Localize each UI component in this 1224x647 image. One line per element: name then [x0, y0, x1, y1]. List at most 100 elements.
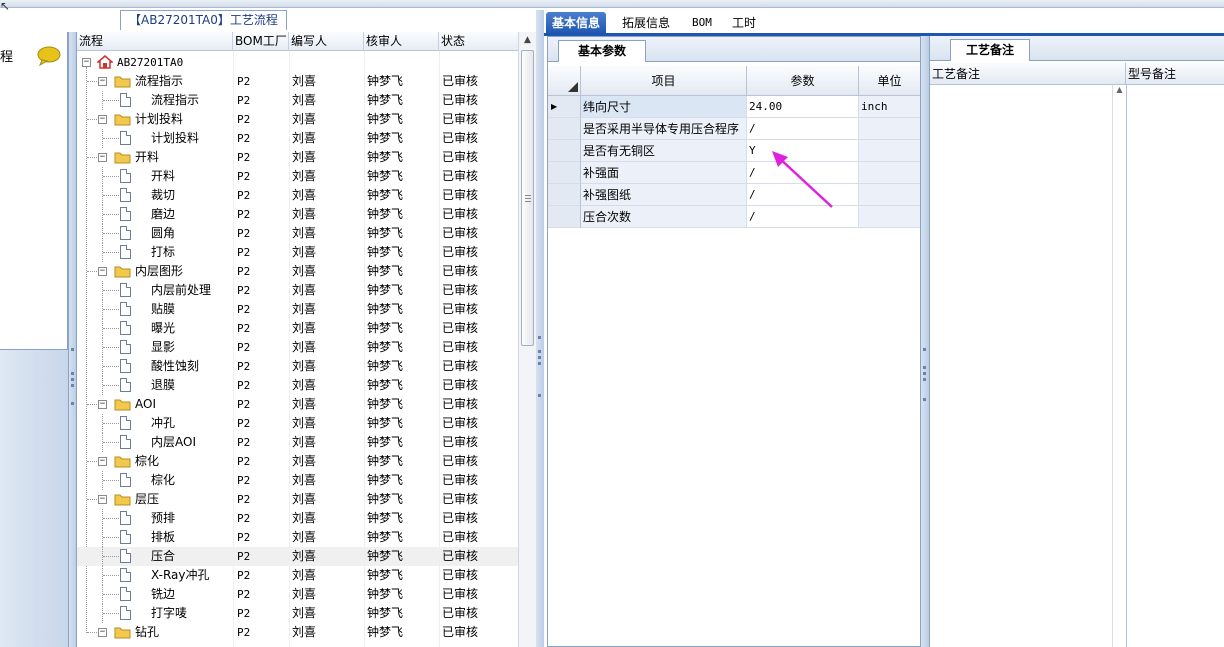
tree-row[interactable]: 开料 P2 刘喜 钟梦飞 已审核 — [77, 167, 519, 186]
col-header-value[interactable]: 参数 — [747, 66, 859, 96]
collapse-icon[interactable]: − — [98, 115, 107, 124]
tree-row[interactable]: 退膜 P2 刘喜 钟梦飞 已审核 — [77, 376, 519, 395]
collapse-icon[interactable]: − — [82, 58, 91, 67]
left-nav-label[interactable]: 程 — [0, 46, 13, 65]
param-unit[interactable] — [859, 206, 920, 228]
cell-bom: P2 — [237, 246, 251, 259]
tree-row[interactable]: 内层前处理 P2 刘喜 钟梦飞 已审核 — [77, 281, 519, 300]
tree-row[interactable]: − 开料 P2 刘喜 钟梦飞 已审核 — [77, 148, 519, 167]
cell-bom: P2 — [237, 94, 251, 107]
tree-row[interactable]: 曝光 P2 刘喜 钟梦飞 已审核 — [77, 319, 519, 338]
tree-row[interactable]: 预排 P2 刘喜 钟梦飞 已审核 — [77, 509, 519, 528]
tree-row[interactable]: − 钻孔 P2 刘喜 钟梦飞 已审核 — [77, 623, 519, 642]
param-unit[interactable] — [859, 184, 920, 206]
tree-row[interactable]: 压合 P2 刘喜 钟梦飞 已审核 — [77, 547, 519, 566]
tree-node-label: 磨边 — [151, 207, 176, 221]
tree-row[interactable]: − AOI P2 刘喜 钟梦飞 已审核 — [77, 395, 519, 414]
tree-row[interactable]: − 流程指示 P2 刘喜 钟梦飞 已审核 — [77, 72, 519, 91]
middle-splitter[interactable] — [536, 10, 544, 647]
document-icon — [120, 549, 131, 563]
param-unit[interactable] — [859, 162, 920, 184]
tree-node-label: 钻孔 — [135, 625, 160, 639]
collapse-icon[interactable]: − — [98, 153, 107, 162]
tree-row[interactable]: − 内层图形 P2 刘喜 钟梦飞 已审核 — [77, 262, 519, 281]
col-header-model-notes[interactable]: 型号备注 — [1126, 63, 1224, 85]
tree-row[interactable]: − 层压 P2 刘喜 钟梦飞 已审核 — [77, 490, 519, 509]
tree-root-row[interactable]: − AB27201TA0 — [77, 53, 519, 72]
param-unit[interactable]: inch — [859, 96, 920, 118]
tree-row[interactable]: 磨边 P2 刘喜 钟梦飞 已审核 — [77, 205, 519, 224]
right-splitter[interactable] — [921, 36, 929, 647]
tree-scrollbar[interactable]: ▲ — [518, 32, 536, 647]
tree-node-label: 贴膜 — [151, 302, 176, 316]
tab-basic-info[interactable]: 基本信息 — [546, 12, 607, 34]
cell-status: 已审核 — [442, 416, 479, 430]
scroll-up-arrow-icon[interactable]: ▲ — [519, 32, 536, 48]
tree-row[interactable]: 内层AOI P2 刘喜 钟梦飞 已审核 — [77, 433, 519, 452]
model-notes-area[interactable] — [1126, 85, 1224, 647]
col-header-unit[interactable]: 单位 — [859, 66, 920, 96]
collapse-icon[interactable]: − — [98, 77, 107, 86]
tab-extended-info[interactable]: 拓展信息 — [616, 12, 676, 34]
col-header-reviewer[interactable]: 核审人 — [364, 32, 439, 51]
collapse-icon[interactable]: − — [98, 628, 107, 637]
tree-row[interactable]: 打标 P2 刘喜 钟梦飞 已审核 — [77, 243, 519, 262]
row-header[interactable] — [548, 118, 581, 140]
tree-row[interactable]: X-Ray冲孔 P2 刘喜 钟梦飞 已审核 — [77, 566, 519, 585]
param-unit[interactable] — [859, 140, 920, 162]
param-unit[interactable] — [859, 118, 920, 140]
col-header-writer[interactable]: 编写人 — [289, 32, 364, 51]
tree-row[interactable]: 贴膜 P2 刘喜 钟梦飞 已审核 — [77, 300, 519, 319]
tree-row[interactable]: 流程指示 P2 刘喜 钟梦飞 已审核 — [77, 91, 519, 110]
folder-icon — [114, 76, 131, 88]
col-header-item[interactable]: 项目 — [581, 66, 747, 96]
param-value[interactable]: 24.00 — [747, 96, 859, 118]
tree-row[interactable]: 裁切 P2 刘喜 钟梦飞 已审核 — [77, 186, 519, 205]
tree-node-label: 显影 — [151, 340, 176, 354]
tree-row[interactable]: 冲孔 P2 刘喜 钟梦飞 已审核 — [77, 414, 519, 433]
tree-row[interactable]: 铣边 P2 刘喜 钟梦飞 已审核 — [77, 585, 519, 604]
col-header-process-notes[interactable]: 工艺备注 — [930, 63, 1126, 85]
cell-bom: P2 — [237, 379, 251, 392]
chat-bubble-icon[interactable] — [36, 46, 62, 66]
row-header[interactable] — [548, 206, 581, 228]
col-header-status[interactable]: 状态 — [439, 32, 519, 51]
row-header[interactable]: ▶ — [548, 96, 581, 118]
left-splitter[interactable] — [68, 32, 76, 647]
process-tree-grid[interactable]: 流程 BOM工厂 编写人 核审人 状态 − AB27201TA0 − 流程指示 P2 刘喜… — [76, 32, 519, 647]
cell-writer: 刘喜 — [292, 245, 317, 259]
row-header[interactable] — [548, 140, 581, 162]
tree-row[interactable]: 显影 P2 刘喜 钟梦飞 已审核 — [77, 338, 519, 357]
tree-row[interactable]: 排板 P2 刘喜 钟梦飞 已审核 — [77, 528, 519, 547]
row-header[interactable] — [548, 162, 581, 184]
process-notes-area[interactable] — [930, 85, 1116, 647]
collapse-icon[interactable]: − — [98, 267, 107, 276]
notes-scroll-up-icon[interactable]: ▲ — [1112, 85, 1126, 647]
tab-basic-params[interactable]: 基本参数 — [558, 40, 646, 62]
tree-row[interactable]: 圆角 P2 刘喜 钟梦飞 已审核 — [77, 224, 519, 243]
col-header-bom[interactable]: BOM工厂 — [233, 32, 289, 51]
collapse-icon[interactable]: − — [98, 457, 107, 466]
tree-row[interactable]: 酸性蚀刻 P2 刘喜 钟梦飞 已审核 — [77, 357, 519, 376]
cell-status: 已审核 — [442, 587, 479, 601]
tree-row[interactable]: − 计划投料 P2 刘喜 钟梦飞 已审核 — [77, 110, 519, 129]
cell-reviewer: 钟梦飞 — [367, 492, 404, 506]
collapse-icon[interactable]: − — [98, 495, 107, 504]
param-value[interactable]: / — [747, 118, 859, 140]
tree-row[interactable]: 计划投料 P2 刘喜 钟梦飞 已审核 — [77, 129, 519, 148]
tree-node-label: 冲孔 — [151, 416, 176, 430]
tab-process-notes[interactable]: 工艺备注 — [950, 39, 1030, 61]
cell-writer: 刘喜 — [292, 625, 317, 639]
col-header-flow[interactable]: 流程 — [77, 32, 233, 51]
tree-row[interactable]: 棕化 P2 刘喜 钟梦飞 已审核 — [77, 471, 519, 490]
tree-row[interactable]: − 棕化 P2 刘喜 钟梦飞 已审核 — [77, 452, 519, 471]
scroll-thumb[interactable] — [521, 50, 534, 346]
collapse-icon[interactable]: − — [98, 400, 107, 409]
tree-row[interactable]: 打字唛 P2 刘喜 钟梦飞 已审核 — [77, 604, 519, 623]
tab-bom[interactable]: BOM — [686, 12, 718, 34]
tab-work-hours[interactable]: 工时 — [726, 12, 762, 34]
cell-status: 已审核 — [442, 606, 479, 620]
cell-reviewer: 钟梦飞 — [367, 283, 404, 297]
row-header[interactable] — [548, 184, 581, 206]
cell-reviewer: 钟梦飞 — [367, 264, 404, 278]
